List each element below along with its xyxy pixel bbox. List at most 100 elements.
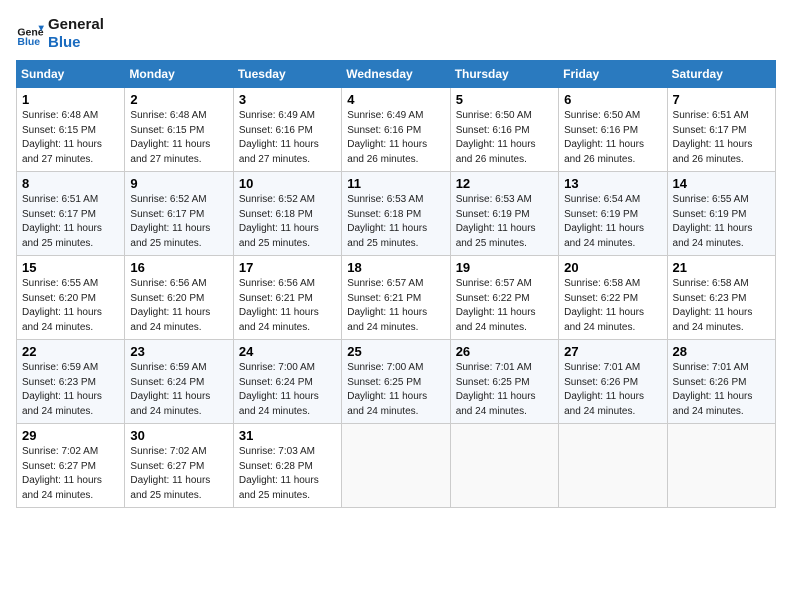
day-info: Sunrise: 7:02 AM Sunset: 6:27 PM Dayligh…: [130, 445, 227, 503]
svg-text:Blue: Blue: [17, 36, 40, 48]
day-info: Sunrise: 6:57 AM Sunset: 6:22 PM Dayligh…: [456, 277, 553, 335]
calendar-week-5: 29 Sunrise: 7:02 AM Sunset: 6:27 PM Dayli…: [17, 424, 776, 508]
day-number: 31: [239, 428, 336, 443]
calendar-cell: 11 Sunrise: 6:53 AM Sunset: 6:18 PM Dayli…: [342, 172, 450, 256]
calendar-cell: 7 Sunrise: 6:51 AM Sunset: 6:17 PM Daylig…: [667, 88, 775, 172]
day-info: Sunrise: 6:52 AM Sunset: 6:18 PM Dayligh…: [239, 193, 336, 251]
day-info: Sunrise: 7:02 AM Sunset: 6:27 PM Dayligh…: [22, 445, 119, 503]
calendar-cell: 13 Sunrise: 6:54 AM Sunset: 6:19 PM Dayli…: [559, 172, 667, 256]
day-number: 18: [347, 260, 444, 275]
day-number: 11: [347, 176, 444, 191]
day-number: 8: [22, 176, 119, 191]
day-number: 22: [22, 344, 119, 359]
day-number: 4: [347, 92, 444, 107]
calendar-cell: 18 Sunrise: 6:57 AM Sunset: 6:21 PM Dayli…: [342, 256, 450, 340]
day-number: 28: [673, 344, 770, 359]
day-info: Sunrise: 6:58 AM Sunset: 6:23 PM Dayligh…: [673, 277, 770, 335]
calendar-cell: 24 Sunrise: 7:00 AM Sunset: 6:24 PM Dayli…: [233, 340, 341, 424]
day-info: Sunrise: 7:01 AM Sunset: 6:26 PM Dayligh…: [673, 361, 770, 419]
day-number: 24: [239, 344, 336, 359]
page-header: General Blue General Blue: [16, 16, 776, 52]
calendar-body: 1 Sunrise: 6:48 AM Sunset: 6:15 PM Daylig…: [17, 88, 776, 508]
day-info: Sunrise: 6:48 AM Sunset: 6:15 PM Dayligh…: [130, 109, 227, 167]
day-number: 2: [130, 92, 227, 107]
calendar-table: SundayMondayTuesdayWednesdayThursdayFrid…: [16, 60, 776, 508]
calendar-week-3: 15Sunrise: 6:55 AM Sunset: 6:20 PM Dayli…: [17, 256, 776, 340]
header-saturday: Saturday: [667, 61, 775, 88]
calendar-cell: 28 Sunrise: 7:01 AM Sunset: 6:26 PM Dayli…: [667, 340, 775, 424]
calendar-cell: 8 Sunrise: 6:51 AM Sunset: 6:17 PM Daylig…: [17, 172, 125, 256]
calendar-cell: 10Sunrise: 6:52 AM Sunset: 6:18 PM Dayli…: [233, 172, 341, 256]
calendar-cell: 1 Sunrise: 6:48 AM Sunset: 6:15 PM Daylig…: [17, 88, 125, 172]
day-number: 23: [130, 344, 227, 359]
day-number: 1: [22, 92, 119, 107]
day-number: 14: [673, 176, 770, 191]
calendar-cell: 16 Sunrise: 6:56 AM Sunset: 6:20 PM Dayli…: [125, 256, 233, 340]
calendar-cell: 14 Sunrise: 6:55 AM Sunset: 6:19 PM Dayli…: [667, 172, 775, 256]
day-number: 20: [564, 260, 661, 275]
day-info: Sunrise: 6:59 AM Sunset: 6:24 PM Dayligh…: [130, 361, 227, 419]
day-info: Sunrise: 6:51 AM Sunset: 6:17 PM Dayligh…: [673, 109, 770, 167]
day-info: Sunrise: 6:53 AM Sunset: 6:18 PM Dayligh…: [347, 193, 444, 251]
day-number: 26: [456, 344, 553, 359]
calendar-cell: [559, 424, 667, 508]
day-number: 9: [130, 176, 227, 191]
calendar-week-1: 1 Sunrise: 6:48 AM Sunset: 6:15 PM Daylig…: [17, 88, 776, 172]
calendar-header-row: SundayMondayTuesdayWednesdayThursdayFrid…: [17, 61, 776, 88]
logo-blue-text: Blue: [48, 34, 104, 52]
day-info: Sunrise: 7:01 AM Sunset: 6:26 PM Dayligh…: [564, 361, 661, 419]
calendar-cell: 9Sunrise: 6:52 AM Sunset: 6:17 PM Daylig…: [125, 172, 233, 256]
day-number: 27: [564, 344, 661, 359]
day-number: 21: [673, 260, 770, 275]
day-info: Sunrise: 6:50 AM Sunset: 6:16 PM Dayligh…: [456, 109, 553, 167]
day-number: 6: [564, 92, 661, 107]
day-info: Sunrise: 6:50 AM Sunset: 6:16 PM Dayligh…: [564, 109, 661, 167]
calendar-cell: 31Sunrise: 7:03 AM Sunset: 6:28 PM Dayli…: [233, 424, 341, 508]
day-number: 13: [564, 176, 661, 191]
day-info: Sunrise: 6:58 AM Sunset: 6:22 PM Dayligh…: [564, 277, 661, 335]
day-info: Sunrise: 6:55 AM Sunset: 6:19 PM Dayligh…: [673, 193, 770, 251]
header-monday: Monday: [125, 61, 233, 88]
day-info: Sunrise: 6:51 AM Sunset: 6:17 PM Dayligh…: [22, 193, 119, 251]
day-number: 30: [130, 428, 227, 443]
day-info: Sunrise: 6:54 AM Sunset: 6:19 PM Dayligh…: [564, 193, 661, 251]
day-info: Sunrise: 6:57 AM Sunset: 6:21 PM Dayligh…: [347, 277, 444, 335]
calendar-cell: 20 Sunrise: 6:58 AM Sunset: 6:22 PM Dayli…: [559, 256, 667, 340]
day-info: Sunrise: 6:49 AM Sunset: 6:16 PM Dayligh…: [347, 109, 444, 167]
day-number: 17: [239, 260, 336, 275]
calendar-cell: 19 Sunrise: 6:57 AM Sunset: 6:22 PM Dayli…: [450, 256, 558, 340]
calendar-cell: 2 Sunrise: 6:48 AM Sunset: 6:15 PM Daylig…: [125, 88, 233, 172]
day-number: 12: [456, 176, 553, 191]
calendar-cell: 15Sunrise: 6:55 AM Sunset: 6:20 PM Dayli…: [17, 256, 125, 340]
day-info: Sunrise: 6:55 AM Sunset: 6:20 PM Dayligh…: [22, 277, 119, 335]
day-number: 25: [347, 344, 444, 359]
day-number: 19: [456, 260, 553, 275]
calendar-cell: 17 Sunrise: 6:56 AM Sunset: 6:21 PM Dayli…: [233, 256, 341, 340]
calendar-cell: [450, 424, 558, 508]
logo: General Blue General Blue: [16, 16, 104, 52]
calendar-cell: [342, 424, 450, 508]
day-info: Sunrise: 7:00 AM Sunset: 6:25 PM Dayligh…: [347, 361, 444, 419]
calendar-cell: 4 Sunrise: 6:49 AM Sunset: 6:16 PM Daylig…: [342, 88, 450, 172]
calendar-cell: 22 Sunrise: 6:59 AM Sunset: 6:23 PM Dayli…: [17, 340, 125, 424]
day-info: Sunrise: 6:53 AM Sunset: 6:19 PM Dayligh…: [456, 193, 553, 251]
day-number: 3: [239, 92, 336, 107]
calendar-cell: 5Sunrise: 6:50 AM Sunset: 6:16 PM Daylig…: [450, 88, 558, 172]
calendar-week-2: 8 Sunrise: 6:51 AM Sunset: 6:17 PM Daylig…: [17, 172, 776, 256]
calendar-cell: [667, 424, 775, 508]
day-info: Sunrise: 6:49 AM Sunset: 6:16 PM Dayligh…: [239, 109, 336, 167]
day-info: Sunrise: 7:00 AM Sunset: 6:24 PM Dayligh…: [239, 361, 336, 419]
logo-icon: General Blue: [16, 20, 44, 48]
day-info: Sunrise: 7:01 AM Sunset: 6:25 PM Dayligh…: [456, 361, 553, 419]
day-number: 29: [22, 428, 119, 443]
day-number: 7: [673, 92, 770, 107]
header-wednesday: Wednesday: [342, 61, 450, 88]
day-info: Sunrise: 6:59 AM Sunset: 6:23 PM Dayligh…: [22, 361, 119, 419]
day-number: 16: [130, 260, 227, 275]
calendar-week-4: 22 Sunrise: 6:59 AM Sunset: 6:23 PM Dayli…: [17, 340, 776, 424]
day-info: Sunrise: 6:56 AM Sunset: 6:21 PM Dayligh…: [239, 277, 336, 335]
day-info: Sunrise: 6:48 AM Sunset: 6:15 PM Dayligh…: [22, 109, 119, 167]
day-info: Sunrise: 6:56 AM Sunset: 6:20 PM Dayligh…: [130, 277, 227, 335]
calendar-cell: 27 Sunrise: 7:01 AM Sunset: 6:26 PM Dayli…: [559, 340, 667, 424]
header-thursday: Thursday: [450, 61, 558, 88]
